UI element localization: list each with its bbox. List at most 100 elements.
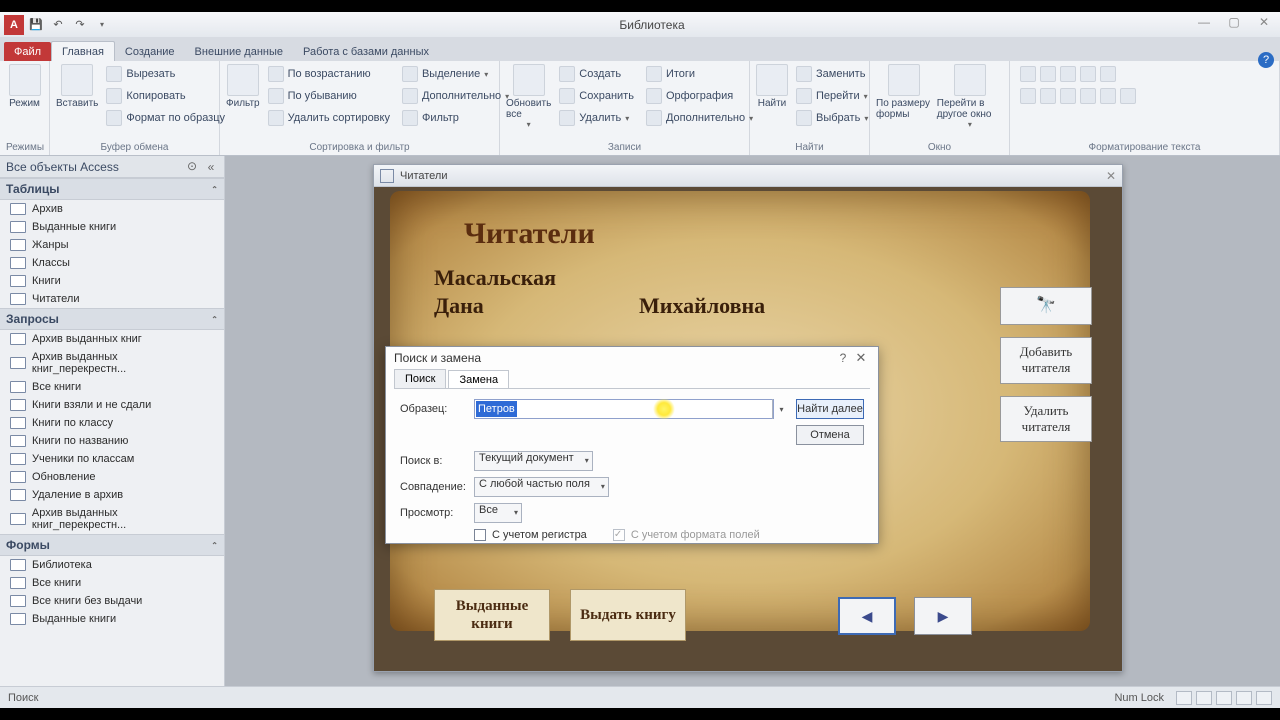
dialog-help-button[interactable]: ? xyxy=(834,351,852,365)
save-record-button[interactable]: Сохранить xyxy=(555,86,638,106)
format-row[interactable] xyxy=(1016,86,1140,106)
minimize-button[interactable]: — xyxy=(1192,15,1216,35)
close-button[interactable]: ✕ xyxy=(1252,15,1276,35)
tab-replace[interactable]: Замена xyxy=(448,370,509,389)
tab-home[interactable]: Главная xyxy=(51,41,115,61)
nav-item[interactable]: Библиотека xyxy=(0,556,224,574)
nav-item[interactable]: Архив выданных книг xyxy=(0,330,224,348)
nav-item[interactable]: Книги взяли и не сдали xyxy=(0,396,224,414)
search-reader-button[interactable]: 🔭 xyxy=(1000,287,1092,325)
match-case-checkbox[interactable] xyxy=(474,529,486,541)
advanced-filter-button[interactable]: Дополнительно ▾ xyxy=(398,86,513,106)
goto-button[interactable]: Перейти ▾ xyxy=(792,86,872,106)
nav-dropdown-icon[interactable]: ⊙ xyxy=(184,159,200,175)
spelling-button[interactable]: Орфография xyxy=(642,86,757,106)
tab-dbtools[interactable]: Работа с базами данных xyxy=(293,42,439,61)
tab-external[interactable]: Внешние данные xyxy=(185,42,293,61)
find-button[interactable]: Найти xyxy=(756,64,788,109)
dialog-close-button[interactable]: ✕ xyxy=(852,350,870,366)
nav-item[interactable]: Все книги xyxy=(0,574,224,592)
filter-button[interactable]: Фильтр xyxy=(226,64,260,109)
view-shortcut-5[interactable] xyxy=(1256,691,1272,705)
nav-item[interactable]: Удаление в архив xyxy=(0,486,224,504)
replace-button[interactable]: Заменить xyxy=(792,64,872,84)
nav-item[interactable]: Архив выданных книг_перекрестн... xyxy=(0,348,224,378)
more-records-button[interactable]: Дополнительно ▾ xyxy=(642,108,757,128)
brush-icon xyxy=(106,110,122,126)
new-record-button[interactable]: Создать xyxy=(555,64,638,84)
refresh-all-button[interactable]: Обновить все▾ xyxy=(506,64,551,129)
nav-item[interactable]: Ученики по классам xyxy=(0,450,224,468)
cancel-button[interactable]: Отмена xyxy=(796,425,864,445)
fit-form-button[interactable]: По размеру формы xyxy=(876,64,933,120)
view-shortcut-2[interactable] xyxy=(1196,691,1212,705)
add-reader-button[interactable]: Добавить читателя xyxy=(1000,337,1092,384)
search-in-select[interactable]: Текущий документ▾ xyxy=(474,451,593,471)
nav-header-title[interactable]: Все объекты Access xyxy=(6,160,184,174)
tab-find[interactable]: Поиск xyxy=(394,369,446,388)
nav-item[interactable]: Все книги без выдачи xyxy=(0,592,224,610)
delete-record-button[interactable]: Удалить ▾ xyxy=(555,108,638,128)
nav-item[interactable]: Книги по названию xyxy=(0,432,224,450)
nav-item[interactable]: Книги по классу xyxy=(0,414,224,432)
paste-button[interactable]: Вставить xyxy=(56,64,98,109)
prev-record-button[interactable]: ◀ xyxy=(838,597,896,635)
nav-item[interactable]: Все книги xyxy=(0,378,224,396)
nav-item[interactable]: Читатели xyxy=(0,290,224,308)
view-shortcut-3[interactable] xyxy=(1216,691,1232,705)
selection-button[interactable]: Выделение ▾ xyxy=(398,64,513,84)
nav-item[interactable]: Архив xyxy=(0,200,224,218)
nav-item[interactable]: Книги xyxy=(0,272,224,290)
cut-button[interactable]: Вырезать xyxy=(102,64,229,84)
nav-item[interactable]: Выданные книги xyxy=(0,610,224,628)
match-format-checkbox xyxy=(613,529,625,541)
copy-button[interactable]: Копировать xyxy=(102,86,229,106)
find-replace-dialog: Поиск и замена ? ✕ Поиск Замена Образец:… xyxy=(385,346,879,544)
font-row[interactable] xyxy=(1016,64,1140,84)
select-button[interactable]: Выбрать ▾ xyxy=(792,108,872,128)
reader-patronymic: Михайловна xyxy=(639,293,765,319)
view-shortcut-1[interactable] xyxy=(1176,691,1192,705)
next-record-button[interactable]: ▶ xyxy=(914,597,972,635)
issued-books-button[interactable]: Выданные книги xyxy=(434,589,550,641)
qat-more-icon[interactable]: ▾ xyxy=(92,15,112,35)
view-button[interactable]: Режим xyxy=(6,64,43,109)
find-next-button[interactable]: Найти далее xyxy=(796,399,864,419)
view-select[interactable]: Все▾ xyxy=(474,503,522,523)
match-select[interactable]: С любой частью поля▾ xyxy=(474,477,609,497)
table-icon xyxy=(10,239,26,251)
nav-group-header[interactable]: Формы⌃ xyxy=(0,534,224,556)
switch-window-button[interactable]: Перейти в другое окно▾ xyxy=(937,64,1003,129)
workspace: Читатели ✕ Читатели Масальская Дана Миха… xyxy=(225,156,1280,686)
totals-button[interactable]: Итоги xyxy=(642,64,757,84)
label-search-in: Поиск в: xyxy=(400,455,468,467)
nav-item[interactable]: Жанры xyxy=(0,236,224,254)
nav-item[interactable]: Архив выданных книг_перекрестн... xyxy=(0,504,224,534)
save-icon[interactable]: 💾 xyxy=(26,15,46,35)
sort-asc-button[interactable]: По возрастанию xyxy=(264,64,394,84)
delete-reader-button[interactable]: Удалить читателя xyxy=(1000,396,1092,443)
maximize-button[interactable]: ▢ xyxy=(1222,15,1246,35)
statusbar: Поиск Num Lock xyxy=(0,686,1280,708)
nav-item[interactable]: Классы xyxy=(0,254,224,272)
sort-desc-button[interactable]: По убыванию xyxy=(264,86,394,106)
undo-icon[interactable]: ↶ xyxy=(48,15,68,35)
nav-item[interactable]: Выданные книги xyxy=(0,218,224,236)
nav-collapse-icon[interactable]: « xyxy=(204,160,218,174)
form-close-button[interactable]: ✕ xyxy=(1106,169,1116,183)
find-what-input[interactable] xyxy=(474,399,774,419)
nav-group-header[interactable]: Таблицы⌃ xyxy=(0,178,224,200)
help-icon[interactable]: ? xyxy=(1258,52,1274,68)
view-shortcut-4[interactable] xyxy=(1236,691,1252,705)
nav-group-header[interactable]: Запросы⌃ xyxy=(0,308,224,330)
tab-create[interactable]: Создание xyxy=(115,42,185,61)
issue-book-button[interactable]: Выдать книгу xyxy=(570,589,686,641)
format-painter-button[interactable]: Формат по образцу xyxy=(102,108,229,128)
find-what-dropdown[interactable]: ▾ xyxy=(772,399,790,419)
access-app-icon[interactable]: A xyxy=(4,15,24,35)
tab-file[interactable]: Файл xyxy=(4,42,51,61)
redo-icon[interactable]: ↷ xyxy=(70,15,90,35)
toggle-filter-button[interactable]: Фильтр xyxy=(398,108,513,128)
clear-sort-button[interactable]: Удалить сортировку xyxy=(264,108,394,128)
nav-item[interactable]: Обновление xyxy=(0,468,224,486)
